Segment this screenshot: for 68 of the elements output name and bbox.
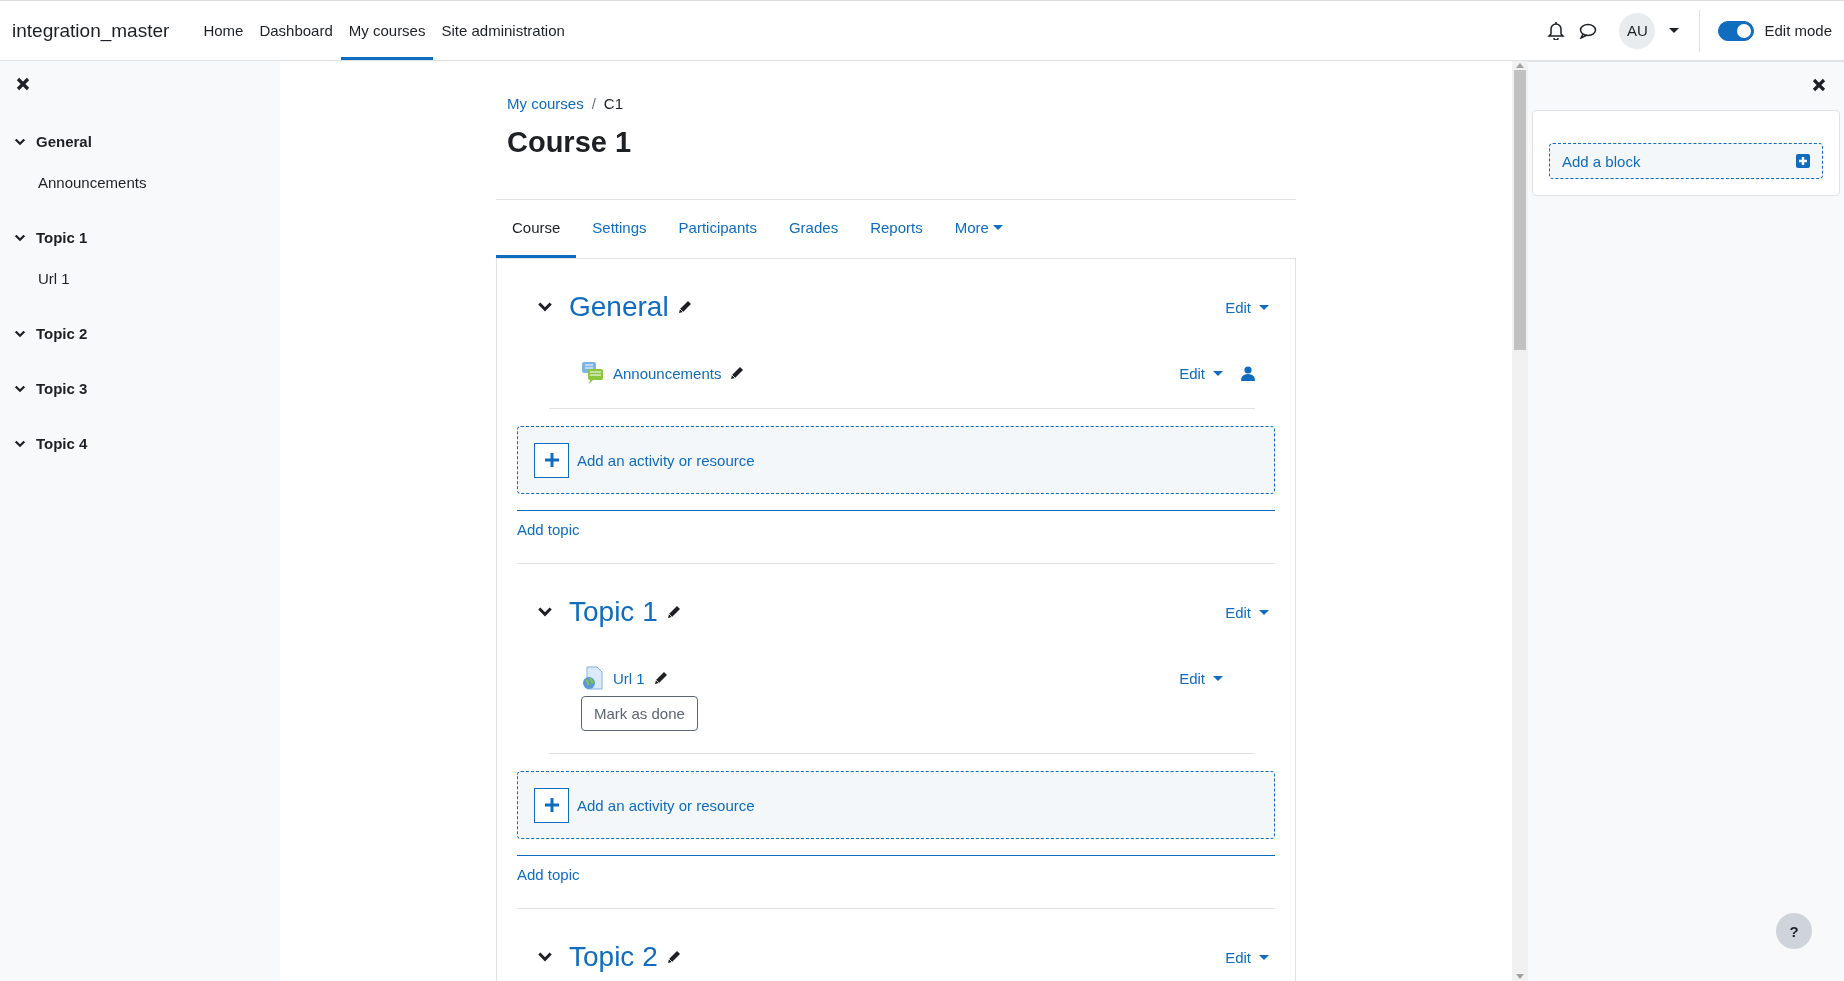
nav-link[interactable]: My courses [340, 1, 434, 60]
close-button[interactable] [14, 75, 32, 93]
caret-icon[interactable] [1669, 28, 1680, 33]
caret-icon [1259, 304, 1269, 310]
plus-icon [544, 798, 559, 812]
add-activity-button[interactable]: Add an activity or resource [517, 426, 1275, 494]
course-tab[interactable]: Course [496, 200, 577, 258]
caret-icon [1259, 954, 1269, 960]
activity-link[interactable]: Url 1 [613, 669, 645, 687]
caret-icon [1213, 371, 1223, 376]
site-name[interactable]: integration_master [12, 19, 170, 42]
pencil-icon[interactable] [665, 604, 682, 620]
person-icon[interactable] [1241, 366, 1255, 381]
pencil-icon[interactable] [729, 365, 746, 381]
course-tab[interactable]: More [938, 200, 1019, 258]
help-button[interactable]: ? [1776, 913, 1812, 949]
scrollbar[interactable] [1512, 61, 1528, 981]
edit-mode-toggle[interactable] [1718, 20, 1755, 41]
course-index-section[interactable]: Topic 2 [36, 325, 88, 342]
course-tab[interactable]: Grades [772, 200, 855, 258]
add-activity-button[interactable]: Add an activity or resource [517, 771, 1275, 839]
page-title: Course 1 [507, 126, 633, 159]
add-topic-link[interactable]: Add topic [517, 866, 580, 883]
nav-link[interactable]: Dashboard [251, 1, 341, 60]
plus-square-icon [1796, 154, 1810, 168]
course-tab[interactable]: Participants [662, 200, 773, 258]
edit-menu[interactable]: Edit [1219, 944, 1275, 970]
course-index-section[interactable]: Topic 1 [36, 229, 88, 246]
section-title[interactable]: Topic 2 [569, 941, 658, 973]
pencil-icon[interactable] [665, 949, 682, 965]
nav-link[interactable]: Home [195, 1, 252, 60]
edit-menu[interactable]: Edit [1219, 599, 1275, 625]
scrollbar-thumb[interactable] [1514, 70, 1526, 350]
course-index-item[interactable]: Announcements [38, 174, 280, 191]
plus-icon [544, 453, 559, 467]
breadcrumb-separator: / [591, 95, 596, 112]
chat-bubble-icon[interactable] [1579, 22, 1598, 39]
toggle-label: Edit mode [1764, 22, 1832, 39]
edit-menu[interactable]: Edit [1219, 294, 1275, 320]
chat-bubbles-icon [581, 361, 605, 385]
nav-link[interactable]: Site administration [433, 1, 573, 60]
edit-menu[interactable]: Edit [1173, 361, 1229, 386]
user-avatar[interactable]: AU [1619, 12, 1656, 49]
add-block-button[interactable]: Add a block [1549, 143, 1823, 179]
activity-link[interactable]: Announcements [613, 364, 722, 382]
pencil-icon[interactable] [652, 670, 669, 686]
course-index-item[interactable]: Url 1 [38, 270, 280, 287]
breadcrumb-current: C1 [603, 95, 624, 112]
caret-icon [992, 225, 1003, 230]
caret-icon [1213, 676, 1223, 681]
course-tab[interactable]: Settings [576, 200, 663, 258]
course-index-section[interactable]: Topic 4 [36, 435, 88, 452]
course-index-section[interactable]: General [36, 133, 92, 150]
section-title[interactable]: Topic 1 [569, 596, 658, 628]
edit-menu[interactable]: Edit [1173, 666, 1229, 691]
close-icon [1812, 78, 1826, 92]
mark-as-done-button[interactable]: Mark as done [581, 696, 698, 731]
course-tab[interactable]: Reports [854, 200, 939, 258]
close-button[interactable] [1810, 76, 1828, 94]
course-index-section[interactable]: Topic 3 [36, 380, 88, 397]
caret-icon [1259, 609, 1269, 615]
bell-icon[interactable] [1547, 21, 1566, 40]
section-title[interactable]: General [569, 291, 669, 323]
add-topic-link[interactable]: Add topic [517, 521, 580, 538]
breadcrumb-link[interactable]: My courses [507, 95, 584, 112]
globe-page-icon [581, 666, 605, 690]
pencil-icon[interactable] [676, 299, 693, 315]
close-icon [16, 77, 30, 91]
